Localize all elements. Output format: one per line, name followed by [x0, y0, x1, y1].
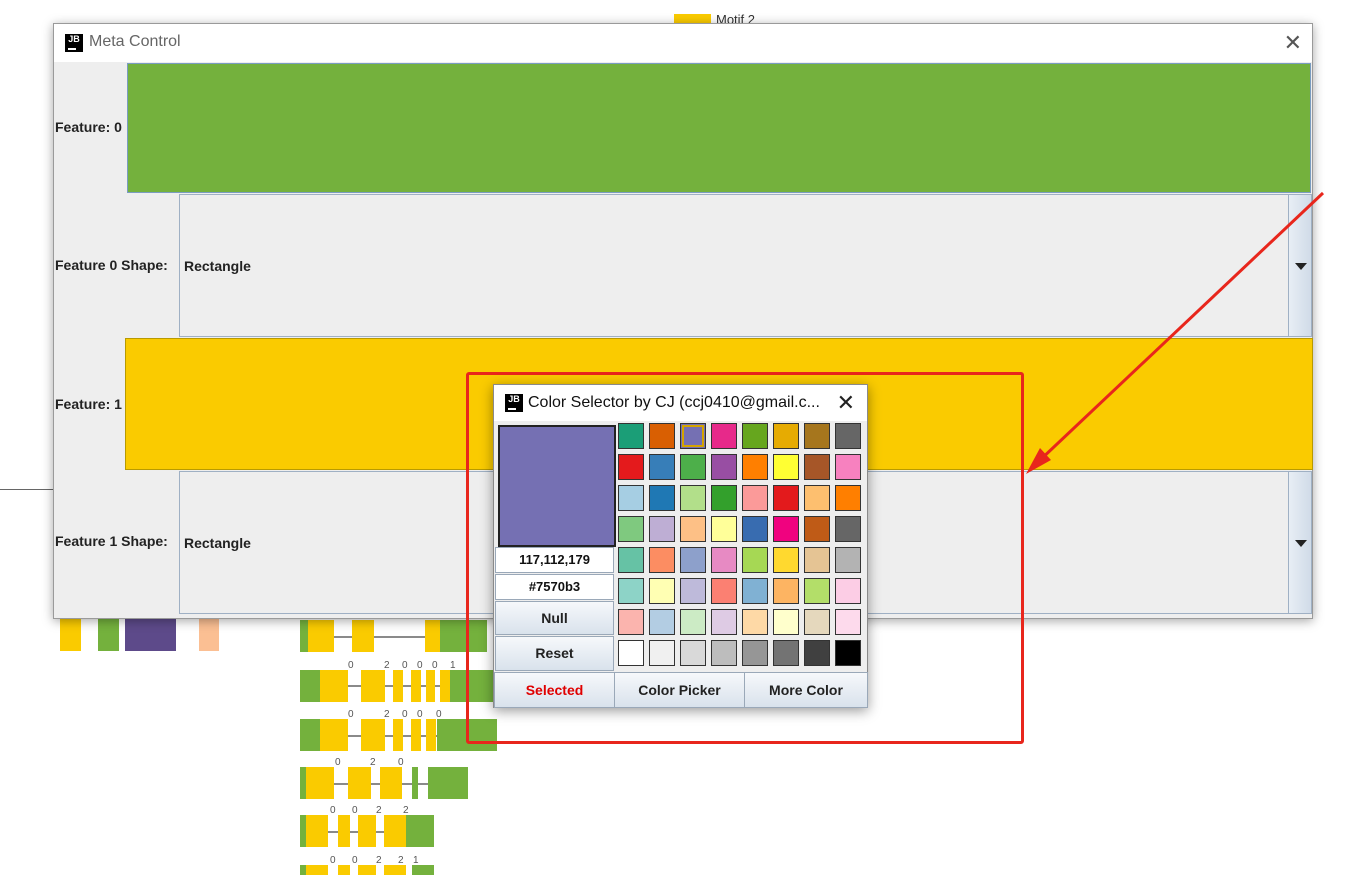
color-swatch[interactable] — [835, 578, 861, 604]
color-swatch[interactable] — [742, 547, 768, 573]
color-swatch[interactable] — [649, 640, 675, 666]
color-swatch[interactable] — [649, 485, 675, 511]
color-swatch[interactable] — [742, 423, 768, 449]
color-swatch[interactable] — [649, 578, 675, 604]
color-swatch[interactable] — [804, 516, 830, 542]
color-selector-dialog[interactable]: JB Color Selector by CJ (ccj0410@gmail.c… — [493, 384, 868, 708]
jb-app-icon: JB — [505, 394, 523, 412]
color-swatch[interactable] — [680, 578, 706, 604]
color-swatch[interactable] — [649, 547, 675, 573]
color-swatch[interactable] — [835, 423, 861, 449]
color-swatch[interactable] — [711, 578, 737, 604]
color-swatch[interactable] — [649, 454, 675, 480]
color-swatch[interactable] — [711, 485, 737, 511]
reset-button[interactable]: Reset — [495, 636, 614, 671]
hex-value-field[interactable]: #7570b3 — [495, 574, 614, 600]
color-swatch[interactable] — [649, 609, 675, 635]
more-color-button[interactable]: More Color — [744, 672, 868, 708]
color-swatch[interactable] — [804, 640, 830, 666]
color-swatch[interactable] — [804, 454, 830, 480]
color-swatch[interactable] — [711, 640, 737, 666]
color-swatch[interactable] — [711, 609, 737, 635]
color-swatch[interactable] — [773, 516, 799, 542]
color-swatch[interactable] — [618, 609, 644, 635]
color-swatch[interactable] — [680, 516, 706, 542]
color-selector-titlebar[interactable]: JB Color Selector by CJ (ccj0410@gmail.c… — [494, 385, 867, 421]
current-color-preview — [498, 425, 616, 547]
color-swatch[interactable] — [618, 578, 644, 604]
color-swatch[interactable] — [742, 609, 768, 635]
color-swatch[interactable] — [804, 423, 830, 449]
color-swatch[interactable] — [618, 547, 644, 573]
color-picker-button[interactable]: Color Picker — [614, 672, 745, 708]
color-swatch[interactable] — [680, 609, 706, 635]
color-swatch[interactable] — [742, 516, 768, 542]
color-swatch[interactable] — [773, 485, 799, 511]
color-swatch[interactable] — [711, 547, 737, 573]
color-swatch[interactable] — [649, 516, 675, 542]
color-swatch[interactable] — [804, 578, 830, 604]
color-swatch[interactable] — [742, 454, 768, 480]
color-swatch[interactable] — [804, 609, 830, 635]
color-swatch[interactable] — [680, 547, 706, 573]
color-swatch[interactable] — [804, 485, 830, 511]
color-swatch[interactable] — [742, 640, 768, 666]
color-swatch[interactable] — [618, 454, 644, 480]
color-swatch[interactable] — [773, 640, 799, 666]
color-swatch[interactable] — [773, 454, 799, 480]
selected-button[interactable]: Selected — [494, 672, 615, 708]
color-swatch[interactable] — [711, 516, 737, 542]
color-swatch[interactable] — [680, 454, 706, 480]
dialog-title: Color Selector by CJ (ccj0410@gmail.c... — [528, 394, 820, 411]
close-icon[interactable]: ✕ — [837, 390, 855, 416]
color-swatch[interactable] — [618, 485, 644, 511]
color-swatch[interactable] — [742, 485, 768, 511]
rgb-value-field[interactable]: 117,112,179 — [495, 547, 614, 573]
color-swatch[interactable] — [680, 485, 706, 511]
color-swatch[interactable] — [649, 423, 675, 449]
color-swatch[interactable] — [680, 423, 706, 449]
color-swatch[interactable] — [618, 423, 644, 449]
color-swatch[interactable] — [835, 547, 861, 573]
null-button[interactable]: Null — [495, 601, 614, 635]
color-swatch[interactable] — [773, 423, 799, 449]
color-swatch[interactable] — [804, 547, 830, 573]
color-swatch[interactable] — [773, 578, 799, 604]
color-swatch[interactable] — [618, 640, 644, 666]
color-swatch[interactable] — [680, 640, 706, 666]
color-swatch[interactable] — [711, 454, 737, 480]
color-swatch[interactable] — [835, 609, 861, 635]
color-swatch[interactable] — [711, 423, 737, 449]
color-swatch[interactable] — [835, 640, 861, 666]
color-swatch[interactable] — [742, 578, 768, 604]
color-swatch[interactable] — [835, 485, 861, 511]
color-swatch[interactable] — [835, 516, 861, 542]
color-swatch[interactable] — [835, 454, 861, 480]
color-swatch[interactable] — [773, 609, 799, 635]
color-swatch[interactable] — [773, 547, 799, 573]
color-swatch[interactable] — [618, 516, 644, 542]
